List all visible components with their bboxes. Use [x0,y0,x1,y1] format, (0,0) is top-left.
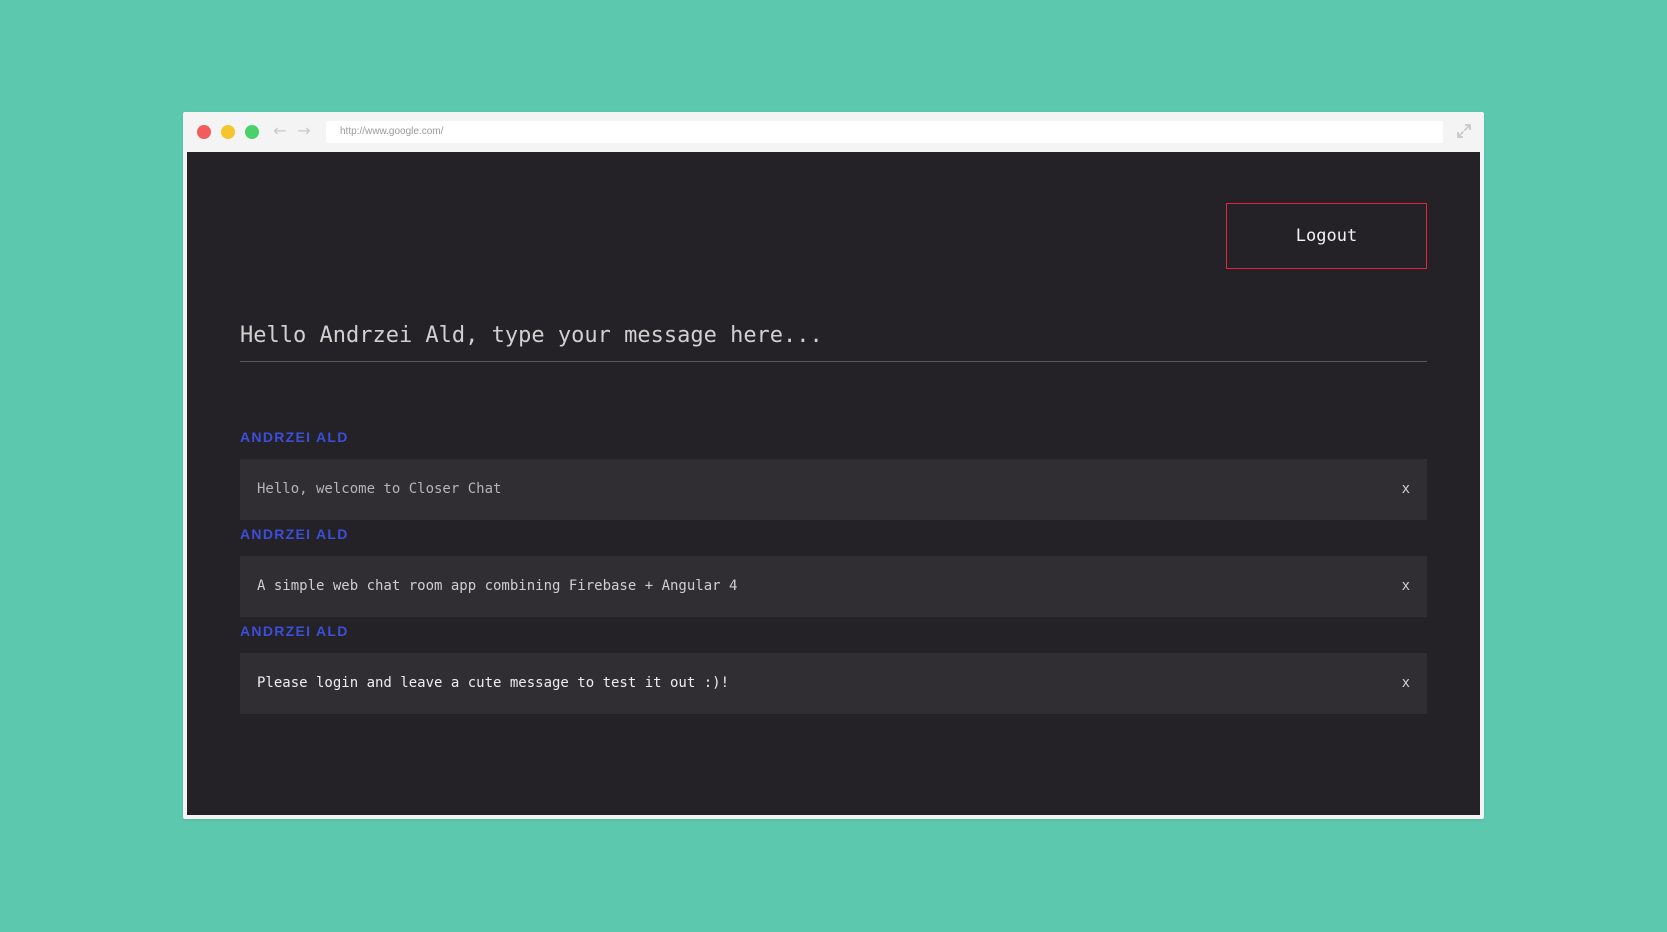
close-dot-icon[interactable] [197,125,211,139]
delete-message-button[interactable]: x [1402,556,1410,617]
browser-toolbar: ← → http://www.google.com/ [183,112,1484,152]
minimize-dot-icon[interactable] [221,125,235,139]
message-bubble: Please login and leave a cute message to… [240,653,1427,714]
message-input[interactable] [240,310,1427,362]
forward-arrow-icon[interactable]: → [295,121,313,141]
message-item: ANDRZEI ALD Hello, welcome to Closer Cha… [240,427,1427,520]
logout-button[interactable]: Logout [1226,203,1427,269]
message-author: ANDRZEI ALD [240,429,349,445]
browser-window: ← → http://www.google.com/ Logout ANDRZE… [183,112,1484,819]
address-bar[interactable]: http://www.google.com/ [326,121,1443,143]
message-text: A simple web chat room app combining Fir… [257,578,738,594]
message-bubble: Hello, welcome to Closer Chat x [240,459,1427,520]
message-text: Please login and leave a cute message to… [257,675,730,691]
message-text: Hello, welcome to Closer Chat [257,481,502,497]
message-item: ANDRZEI ALD A simple web chat room app c… [240,524,1427,617]
message-bubble: A simple web chat room app combining Fir… [240,556,1427,617]
message-author: ANDRZEI ALD [240,526,349,542]
chat-app: Logout ANDRZEI ALD Hello, welcome to Clo… [187,152,1480,815]
back-arrow-icon[interactable]: ← [271,121,289,141]
expand-icon[interactable] [1455,122,1473,140]
delete-message-button[interactable]: x [1402,653,1410,714]
delete-message-button[interactable]: x [1402,459,1410,520]
maximize-dot-icon[interactable] [245,125,259,139]
message-item: ANDRZEI ALD Please login and leave a cut… [240,621,1427,714]
message-author: ANDRZEI ALD [240,623,349,639]
